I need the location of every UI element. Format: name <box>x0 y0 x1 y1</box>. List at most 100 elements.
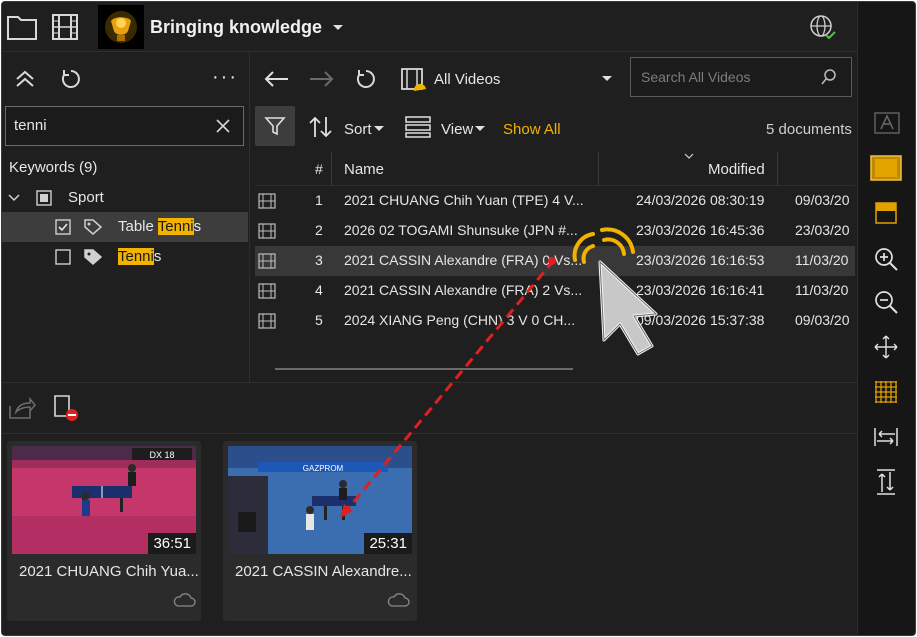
table-tennis-checkbox[interactable] <box>54 218 72 236</box>
video-card[interactable]: DX 18 36:51 2021 CHUANG Chih Yua... <box>7 441 201 621</box>
video-file-icon <box>257 312 277 330</box>
video-file-icon <box>257 252 277 270</box>
video-file-icon <box>257 282 277 300</box>
right-toolbar <box>857 2 915 635</box>
tennis-checkbox[interactable] <box>54 248 72 266</box>
frame-view-icon[interactable] <box>872 200 900 226</box>
tree-item-tennis[interactable]: Tennis <box>2 242 248 272</box>
row-modified: 23/03/2026 16:45:36 <box>636 222 765 238</box>
chevron-down-icon[interactable] <box>474 124 486 134</box>
more-options-icon[interactable]: ··· <box>212 66 238 89</box>
documents-pane: All Videos Search All Videos Sort View S… <box>251 52 857 382</box>
back-arrow-icon[interactable] <box>261 66 291 92</box>
row-date-extra: 23/03/20 <box>795 222 850 238</box>
table-row[interactable]: 1 2021 CHUANG Chih Yuan (TPE) 4 V... 24/03… <box>255 186 855 216</box>
svg-text:DX 18: DX 18 <box>149 450 174 460</box>
video-card[interactable]: GAZPROM 25:31 2021 CASSIN Alexandre... <box>223 441 417 621</box>
chevron-down-icon[interactable] <box>373 124 385 134</box>
zoom-in-icon[interactable] <box>871 244 901 274</box>
reload-icon[interactable] <box>353 66 379 92</box>
video-thumbnail[interactable]: DX 18 36:51 <box>12 446 196 554</box>
table-row[interactable]: 2 2026 02 TOGAMI Shunsuke (JPN #... 23/03/… <box>255 216 855 246</box>
remove-selection-icon[interactable] <box>52 393 82 423</box>
zoom-out-icon[interactable] <box>871 287 901 317</box>
keyword-search-input[interactable]: tenni <box>5 106 244 146</box>
video-title: 2021 CASSIN Alexandre... <box>235 563 412 580</box>
globe-sync-icon[interactable] <box>808 14 838 42</box>
column-header-name[interactable]: Name <box>344 161 384 178</box>
forward-arrow-icon[interactable] <box>307 66 337 92</box>
source-dropdown-label[interactable]: All Videos <box>434 71 500 88</box>
row-name: 2021 CASSIN Alexandre (FRA) 0 Vs... <box>344 252 583 268</box>
video-title: 2021 CHUANG Chih Yua... <box>19 563 199 580</box>
row-modified: 09/03/2026 15:37:38 <box>636 312 765 328</box>
column-header-number[interactable]: # <box>315 161 323 177</box>
text-overlay-icon[interactable] <box>871 110 903 136</box>
share-icon[interactable] <box>7 395 37 421</box>
chevron-down-icon[interactable] <box>599 72 615 86</box>
row-name: 2024 XIANG Peng (CHN) 3 V 0 CH... <box>344 312 576 328</box>
row-date-extra: 11/03/20 <box>795 252 849 268</box>
tree-item-table-tennis[interactable]: Table Tennis <box>2 212 248 242</box>
tree-item-label: Tennis <box>118 248 162 265</box>
row-modified: 23/03/2026 16:16:41 <box>636 282 765 298</box>
video-thumbnail[interactable]: GAZPROM 25:31 <box>228 446 412 554</box>
horizontal-scrollbar[interactable] <box>275 368 573 370</box>
row-date-extra: 09/03/20 <box>795 192 850 208</box>
sort-button[interactable]: Sort <box>344 121 372 138</box>
tag-icon <box>82 217 104 237</box>
table-row[interactable]: 4 2021 CASSIN Alexandre (FRA) 2 Vs... 23/0… <box>255 276 855 306</box>
duration-badge: 36:51 <box>148 533 196 554</box>
keywords-header: Keywords (9) <box>9 159 98 176</box>
row-name: 2021 CHUANG Chih Yuan (TPE) 4 V... <box>344 192 584 208</box>
sport-checkbox[interactable] <box>35 189 53 207</box>
row-modified: 23/03/2026 16:16:53 <box>636 252 765 268</box>
film-icon[interactable] <box>50 12 80 42</box>
row-date-extra: 11/03/20 <box>795 282 849 298</box>
grid-icon[interactable] <box>871 377 901 407</box>
row-number: 3 <box>315 252 323 268</box>
collapse-all-icon[interactable] <box>12 66 38 92</box>
row-number: 2 <box>315 222 323 238</box>
refresh-icon[interactable] <box>58 66 84 92</box>
video-library-icon <box>399 66 429 94</box>
cloud-icon <box>171 591 197 609</box>
column-divider[interactable] <box>598 152 599 186</box>
clear-search-icon[interactable] <box>214 117 232 135</box>
cloud-icon <box>385 591 411 609</box>
row-name: 2026 02 TOGAMI Shunsuke (JPN #... <box>344 222 578 238</box>
film-strip-icon[interactable] <box>869 154 903 182</box>
documents-search-input[interactable]: Search All Videos <box>630 57 852 97</box>
filter-button[interactable] <box>255 106 295 146</box>
column-header-modified[interactable]: Modified <box>708 161 765 178</box>
chevron-down-icon[interactable] <box>328 18 348 38</box>
fit-width-icon[interactable] <box>871 422 901 452</box>
document-count: 5 documents <box>766 121 852 138</box>
app-title: Bringing knowledge <box>150 17 323 37</box>
app-window: Bringing knowledge ··· tenni Keywords (9… <box>1 1 916 636</box>
list-view-icon[interactable] <box>403 114 433 140</box>
video-file-icon <box>257 192 277 210</box>
search-icon[interactable] <box>819 67 839 87</box>
top-bar: Bringing knowledge <box>2 2 857 52</box>
table-row[interactable]: 5 2024 XIANG Peng (CHN) 3 V 0 CH... 09/03/… <box>255 306 855 336</box>
app-logo <box>98 5 144 49</box>
chevron-down-icon[interactable] <box>6 190 22 206</box>
tree-root-label[interactable]: Sport <box>68 189 104 206</box>
keyword-search-value: tenni <box>14 117 47 134</box>
preview-pane: DX 18 36:51 2021 CHUANG Chih Yua... GAZP… <box>2 382 857 635</box>
sort-descending-icon <box>683 152 695 160</box>
view-button[interactable]: View <box>441 121 473 138</box>
tree-item-label: Table Tennis <box>118 218 202 235</box>
show-all-link[interactable]: Show All <box>503 121 561 138</box>
column-divider[interactable] <box>331 152 332 186</box>
fit-height-icon[interactable] <box>871 467 901 497</box>
folder-icon[interactable] <box>6 12 38 42</box>
move-icon[interactable] <box>871 332 901 362</box>
search-placeholder: Search All Videos <box>641 69 751 85</box>
row-modified: 24/03/2026 08:30:19 <box>636 192 765 208</box>
column-divider[interactable] <box>777 152 778 186</box>
sort-icon[interactable] <box>307 114 335 140</box>
table-header: # Name Modified <box>255 152 855 186</box>
table-row[interactable]: 3 2021 CASSIN Alexandre (FRA) 0 Vs... 23/0… <box>255 246 855 276</box>
